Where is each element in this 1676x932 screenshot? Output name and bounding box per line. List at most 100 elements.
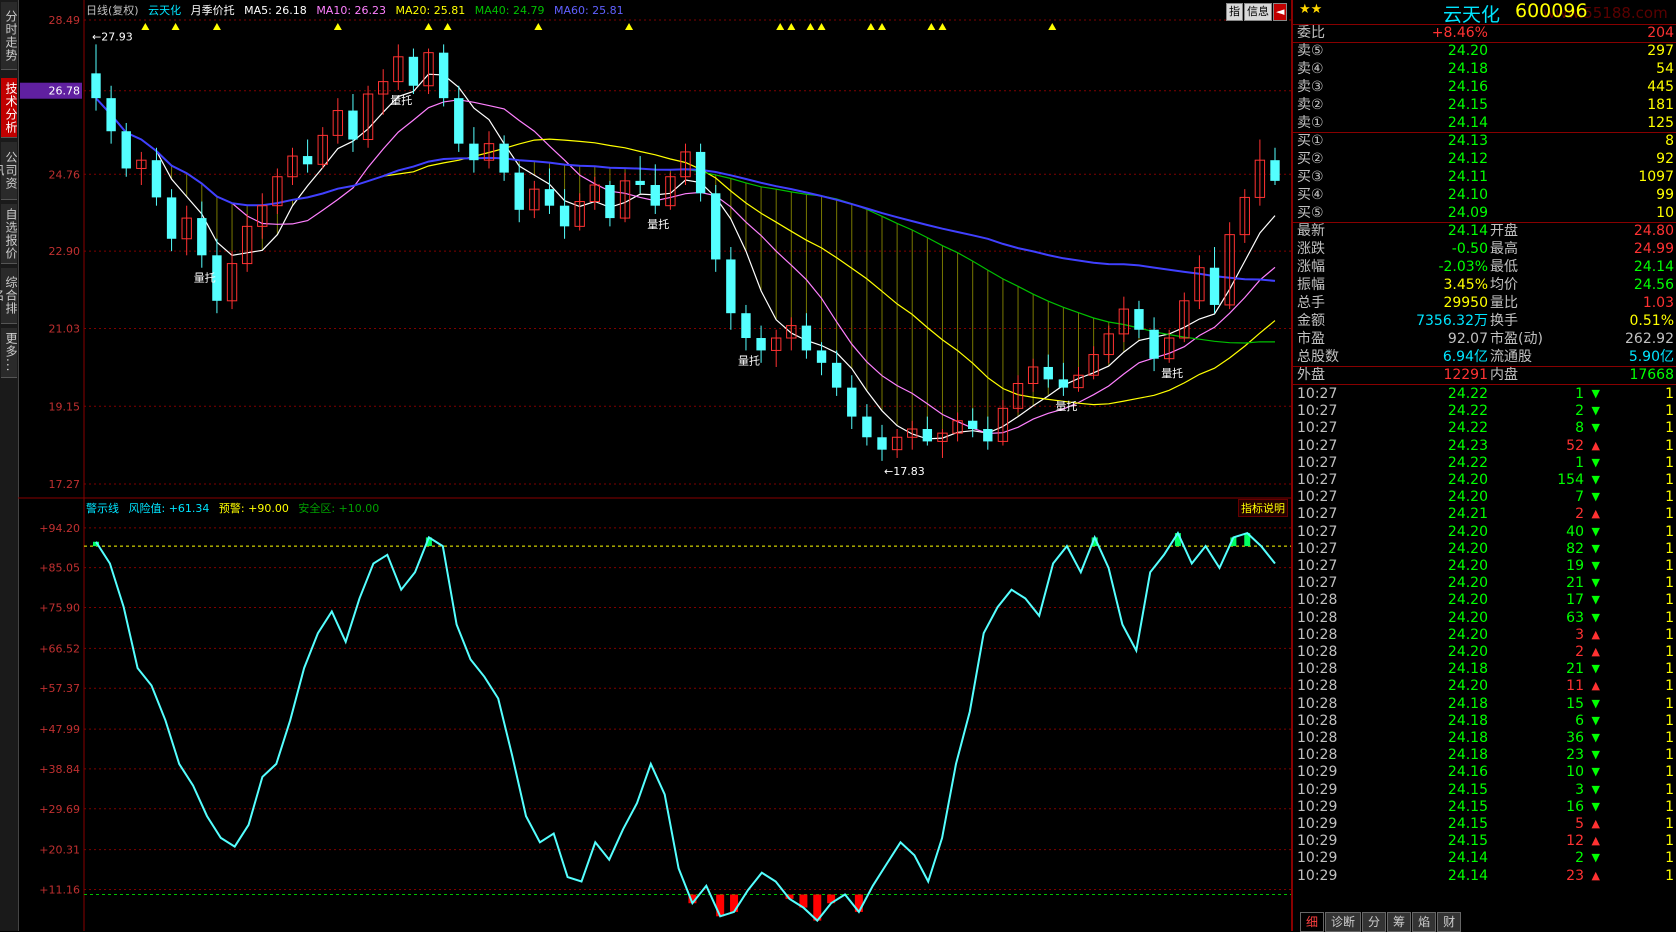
up-arrow-icon: ▲ (1591, 817, 1600, 830)
bottom-tab-2[interactable]: 分 (1362, 912, 1387, 932)
side-tab-1[interactable]: 技术分析 (1, 78, 18, 138)
tick-row: 10:27 24.20 19 ▼ 1 (1293, 557, 1676, 574)
sell-row: 卖⑤ 24.20 297 (1293, 42, 1676, 60)
ma40-label: MA40: 24.79 (474, 4, 545, 17)
y-tick-label: 17.27 (49, 478, 81, 491)
candle-body (862, 416, 872, 438)
bottom-tab-5[interactable]: 财 (1437, 912, 1462, 932)
tick-row: 10:29 24.16 10 ▼ 1 (1293, 763, 1676, 780)
tick-volume: 23 (1566, 867, 1584, 884)
tick-volume: 6 (1575, 712, 1584, 729)
tick-time: 10:28 (1297, 678, 1338, 695)
info-button[interactable]: 信息 (1244, 3, 1272, 21)
candle-body (801, 325, 812, 351)
sell-volume: 297 (1647, 43, 1674, 59)
down-arrow-icon: ▼ (1591, 765, 1600, 779)
down-arrow-icon: ▼ (1591, 524, 1600, 538)
risk-value: 风险值: +61.34 (128, 502, 210, 515)
candle-body (877, 437, 887, 450)
signal-marker (806, 23, 815, 30)
stat-value: 3.45% (1443, 277, 1488, 293)
stat-label: 涨跌 (1297, 241, 1325, 257)
down-arrow-icon: ▼ (1591, 387, 1600, 400)
ma20-label: MA20: 25.81 (395, 4, 466, 17)
down-arrow-icon: ▼ (1591, 559, 1600, 572)
candle-body (106, 98, 116, 132)
side-tab-2[interactable]: 公司资讯 (0, 142, 18, 200)
stat-label: 开盘 (1490, 223, 1518, 239)
down-arrow-icon: ▼ (1591, 404, 1600, 418)
bottom-tab-0[interactable]: 细 (1300, 912, 1325, 932)
candle-body (605, 185, 615, 219)
candle-body (711, 193, 721, 260)
down-arrow-icon: ▼ (1591, 593, 1600, 607)
y-tick-label: 22.90 (49, 245, 81, 258)
sell-row: 卖① 24.14 125 (1293, 114, 1676, 132)
tick-count: 1 (1665, 867, 1674, 884)
stat-row: 总手 29950 量比 1.03 (1293, 294, 1676, 312)
signal-marker (1048, 23, 1057, 30)
collapse-button[interactable]: ◄ (1273, 3, 1288, 21)
signal-marker (625, 23, 634, 30)
signal-marker (141, 23, 150, 30)
side-tab-5[interactable]: 更多... (1, 328, 18, 378)
signal-marker (866, 23, 875, 30)
up-arrow-icon: ▲ (1591, 834, 1600, 848)
candle-body (438, 52, 449, 99)
side-tab-3[interactable]: 自选报价 (1, 204, 18, 264)
bottom-tab-3[interactable]: 筹 (1387, 912, 1412, 932)
stat-value: -0.50 (1451, 241, 1488, 257)
tick-volume: 63 (1566, 609, 1584, 626)
tick-price: 24.22 (1447, 386, 1488, 402)
main-chart-legend: 日线(复权) 云天化 月季价托 MA5: 26.18 MA10: 26.23 M… (86, 2, 630, 18)
y-tick-label: 19.15 (49, 400, 81, 413)
down-arrow-icon: ▼ (1591, 748, 1600, 762)
up-arrow-icon: ▲ (1591, 679, 1600, 693)
tick-volume: 11 (1566, 678, 1584, 695)
stat-label: 涨幅 (1297, 259, 1325, 275)
stat-label: 市盈 (1297, 331, 1325, 347)
side-tab-0[interactable]: 分时走势 (1, 2, 18, 70)
sell-volume: 125 (1647, 115, 1674, 131)
signal-marker (776, 23, 785, 30)
up-arrow-icon: ▲ (1591, 645, 1600, 658)
bottom-tab-4[interactable]: 焰 (1412, 912, 1437, 932)
high-annotation: ←27.93 (92, 30, 133, 43)
candle-body (741, 313, 751, 339)
buy-label: 买④ (1297, 187, 1324, 203)
tick-time: 10:27 (1297, 506, 1338, 523)
candle-body (454, 98, 464, 144)
indicator-button[interactable]: 指 (1226, 3, 1243, 21)
stat-value: 7356.32万 (1416, 313, 1488, 329)
tick-volume: 10 (1566, 764, 1584, 781)
tick-time: 10:27 (1297, 558, 1338, 574)
tick-time: 10:28 (1297, 712, 1338, 729)
candle-body (559, 205, 570, 227)
tick-row: 10:27 24.20 82 ▼ 1 (1293, 540, 1676, 557)
tick-price: 24.18 (1447, 661, 1488, 678)
buy-price: 24.09 (1447, 205, 1488, 221)
tick-count: 1 (1665, 798, 1674, 815)
tick-time: 10:28 (1297, 644, 1338, 660)
bottom-tab-1[interactable]: 诊断 (1325, 912, 1362, 932)
tick-price: 24.22 (1447, 454, 1488, 471)
sell-label: 卖③ (1297, 79, 1324, 95)
tick-count: 1 (1665, 626, 1674, 643)
up-arrow-icon: ▲ (1591, 868, 1600, 882)
stat-value: 24.14 (1447, 223, 1488, 239)
down-arrow-icon: ▼ (1591, 455, 1600, 469)
candle-body (469, 143, 479, 161)
tick-row: 10:29 24.15 12 ▲ 1 (1293, 832, 1676, 849)
indicator-explain-button[interactable]: 指标说明 (1238, 499, 1288, 517)
ma60-label: MA60: 25.81 (553, 4, 624, 17)
candle-body (499, 143, 509, 173)
rating-stars: ★★ (1299, 2, 1323, 17)
stat-row: 金额 7356.32万 换手 0.51% (1293, 312, 1676, 330)
volume-support-label: 量托 (1055, 399, 1077, 413)
sell-price: 24.18 (1447, 61, 1488, 77)
side-tab-4[interactable]: 综合排名 (0, 268, 18, 324)
y-tick-label: 28.49 (49, 14, 81, 27)
candle-body (544, 189, 555, 206)
sell-row: 卖③ 24.16 445 (1293, 78, 1676, 96)
tick-volume: 19 (1566, 558, 1584, 574)
